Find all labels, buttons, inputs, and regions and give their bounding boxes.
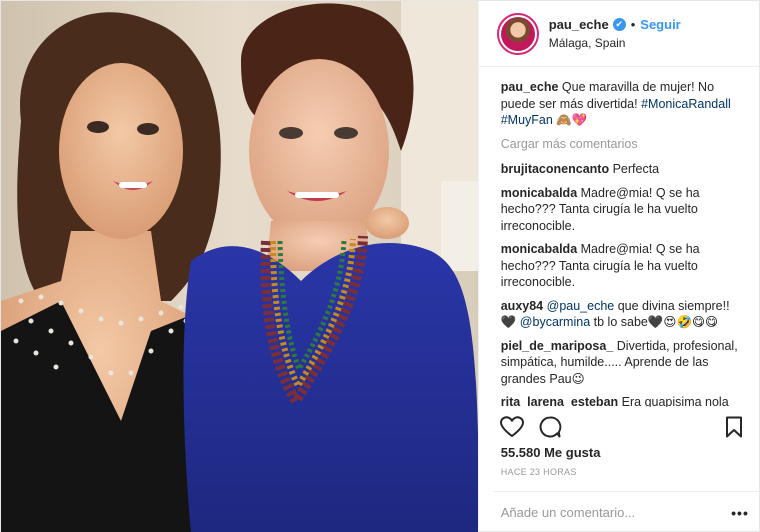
more-options-icon[interactable]: ••• xyxy=(729,505,751,521)
action-bar xyxy=(499,413,747,441)
comment-item: brujitaconencanto Perfecta xyxy=(501,161,745,178)
comment-username[interactable]: rita_larena_esteban xyxy=(501,395,618,407)
comment-username[interactable]: brujitaconencanto xyxy=(501,162,609,176)
avatar-image xyxy=(500,16,535,51)
post-photo[interactable] xyxy=(1,1,478,532)
add-comment-bar: ••• xyxy=(492,491,759,532)
post-header: pau_eche ✔ • Seguir Málaga, Spain xyxy=(478,1,759,67)
post-photo-image xyxy=(1,1,478,532)
instagram-post: pau_eche ✔ • Seguir Málaga, Spain pau_ec… xyxy=(0,0,760,532)
post-side-panel: pau_eche ✔ • Seguir Málaga, Spain pau_ec… xyxy=(477,1,759,532)
like-button[interactable] xyxy=(499,414,525,440)
bookmark-icon xyxy=(726,416,742,438)
username-link[interactable]: pau_eche xyxy=(549,17,609,32)
comment-username[interactable]: monicabalda xyxy=(501,242,577,256)
load-more-comments-button[interactable]: Cargar más comentarios xyxy=(501,136,745,153)
comment-button[interactable] xyxy=(537,414,563,440)
comment-item: auxy84 @pau_eche que divina siempre!! 🖤 … xyxy=(501,298,745,331)
post-timestamp[interactable]: HACE 23 HORAS xyxy=(501,467,577,477)
likes-count[interactable]: 55.580 Me gusta xyxy=(501,445,601,460)
mention-link[interactable]: @pau_eche xyxy=(547,299,615,313)
caption-emoji: 🙈💖 xyxy=(556,113,588,127)
comment-username[interactable]: monicabalda xyxy=(501,186,577,200)
comment-item: monicabalda Madre@mia! Q se ha hecho??? … xyxy=(501,241,745,291)
hashtag-link[interactable]: #MonicaRandall xyxy=(641,97,731,111)
hashtag-link[interactable]: #MuyFan xyxy=(501,113,553,127)
comment-item: rita_larena_esteban Era guapisima nola r… xyxy=(501,394,745,407)
follow-button[interactable]: Seguir xyxy=(640,17,680,32)
comment-username[interactable]: auxy84 xyxy=(501,299,543,313)
comment-username[interactable]: piel_de_mariposa_ xyxy=(501,339,614,353)
header-row: pau_eche ✔ • Seguir xyxy=(549,17,681,32)
comment-text: tb lo sabe🖤😍🤣😋😋 xyxy=(593,315,719,329)
comment-text: Perfecta xyxy=(612,162,660,176)
header-text: pau_eche ✔ • Seguir Málaga, Spain xyxy=(549,17,681,50)
user-avatar[interactable] xyxy=(496,12,539,55)
comment-item: piel_de_mariposa_ Divertida, profesional… xyxy=(501,338,745,388)
save-button[interactable] xyxy=(721,414,747,440)
comments-list[interactable]: pau_eche Que maravilla de mujer! No pued… xyxy=(501,79,745,407)
mention-link[interactable]: @bycarmina xyxy=(520,315,590,329)
location-link[interactable]: Málaga, Spain xyxy=(549,36,681,50)
caption-username[interactable]: pau_eche xyxy=(501,80,559,94)
separator-dot: • xyxy=(630,17,636,32)
add-comment-input[interactable] xyxy=(500,505,729,520)
comment-bubble-icon xyxy=(539,416,562,438)
heart-icon xyxy=(499,416,524,438)
verified-badge-icon: ✔ xyxy=(612,18,626,31)
caption: pau_eche Que maravilla de mujer! No pued… xyxy=(501,79,745,129)
comment-item: monicabalda Madre@mia! Q se ha hecho??? … xyxy=(501,185,745,235)
